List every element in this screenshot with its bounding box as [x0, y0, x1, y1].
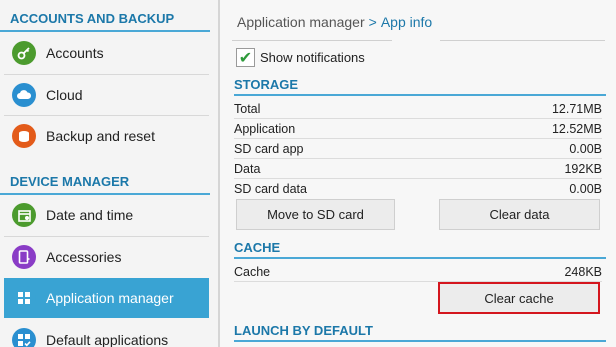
storage-row-value: 0.00B — [569, 181, 602, 196]
cache-value: 248KB — [564, 264, 602, 279]
sidebar-item-label: Date and time — [46, 207, 134, 223]
app-info-pane: Application manager > App info ✔ Show noti… — [220, 0, 616, 347]
storage-row-value: 192KB — [564, 161, 602, 176]
breadcrumb-parent[interactable]: Application manager — [237, 14, 365, 30]
storage-header: STORAGE — [234, 76, 606, 96]
clear-cache-button[interactable]: Clear cache — [438, 282, 600, 314]
default-apps-icon — [12, 328, 36, 347]
checkmark-icon: ✔ — [238, 49, 253, 67]
device-manager-header: DEVICE MANAGER — [0, 171, 210, 195]
cache-row: Cache 248KB — [234, 262, 602, 281]
launch-by-default-header: LAUNCH BY DEFAULT — [234, 322, 606, 342]
divider — [440, 40, 605, 41]
move-to-sd-card-button[interactable]: Move to SD card — [236, 199, 395, 230]
backup-icon — [12, 124, 36, 148]
breadcrumb-current: App info — [380, 14, 433, 30]
storage-row-label: Application — [234, 121, 296, 136]
storage-row-value: 0.00B — [569, 141, 602, 156]
sidebar-item-cloud[interactable]: Cloud — [4, 75, 209, 115]
cache-header: CACHE — [234, 239, 606, 259]
storage-row-label: SD card data — [234, 181, 307, 196]
key-icon — [12, 41, 36, 65]
sidebar-item-label: Backup and reset — [46, 128, 155, 144]
settings-sidebar: ACCOUNTS AND BACKUP Accounts Cloud Backu… — [0, 0, 218, 347]
show-notifications-label: Show notifications — [260, 50, 365, 65]
cloud-icon — [12, 83, 36, 107]
calendar-icon — [12, 203, 36, 227]
storage-row: Total 12.71MB — [234, 99, 602, 118]
sidebar-item-application-manager[interactable]: Application manager — [4, 278, 209, 318]
chevron-right-icon: > — [368, 14, 377, 30]
storage-row: Data 192KB — [234, 159, 602, 178]
storage-row-label: SD card app — [234, 141, 304, 156]
storage-row-value: 12.71MB — [551, 101, 602, 116]
storage-row-label: Total — [234, 101, 261, 116]
sidebar-item-default-applications[interactable]: Default applications — [4, 320, 209, 347]
sidebar-item-label: Cloud — [46, 87, 83, 103]
sidebar-item-accounts[interactable]: Accounts — [4, 33, 209, 73]
storage-row-label: Data — [234, 161, 261, 176]
storage-row: SD card data 0.00B — [234, 179, 602, 198]
sidebar-item-accessories[interactable]: Accessories — [4, 237, 209, 277]
sidebar-item-date-time[interactable]: Date and time — [4, 195, 209, 235]
divider — [232, 40, 392, 41]
sidebar-item-backup-reset[interactable]: Backup and reset — [4, 116, 209, 156]
sidebar-item-label: Default applications — [46, 332, 169, 347]
cache-label: Cache — [234, 264, 271, 279]
sidebar-item-label: Accessories — [46, 249, 122, 265]
accessories-icon — [12, 245, 36, 269]
grid-icon — [12, 286, 36, 310]
accounts-backup-header: ACCOUNTS AND BACKUP — [0, 8, 210, 32]
storage-row-value: 12.52MB — [551, 121, 602, 136]
show-notifications-checkbox[interactable]: ✔ — [236, 48, 255, 67]
clear-data-button[interactable]: Clear data — [439, 199, 600, 230]
storage-row: SD card app 0.00B — [234, 139, 602, 158]
sidebar-item-label: Accounts — [46, 45, 104, 61]
sidebar-item-label: Application manager — [46, 290, 174, 306]
storage-row: Application 12.52MB — [234, 119, 602, 138]
breadcrumb: Application manager > App info — [237, 14, 432, 30]
